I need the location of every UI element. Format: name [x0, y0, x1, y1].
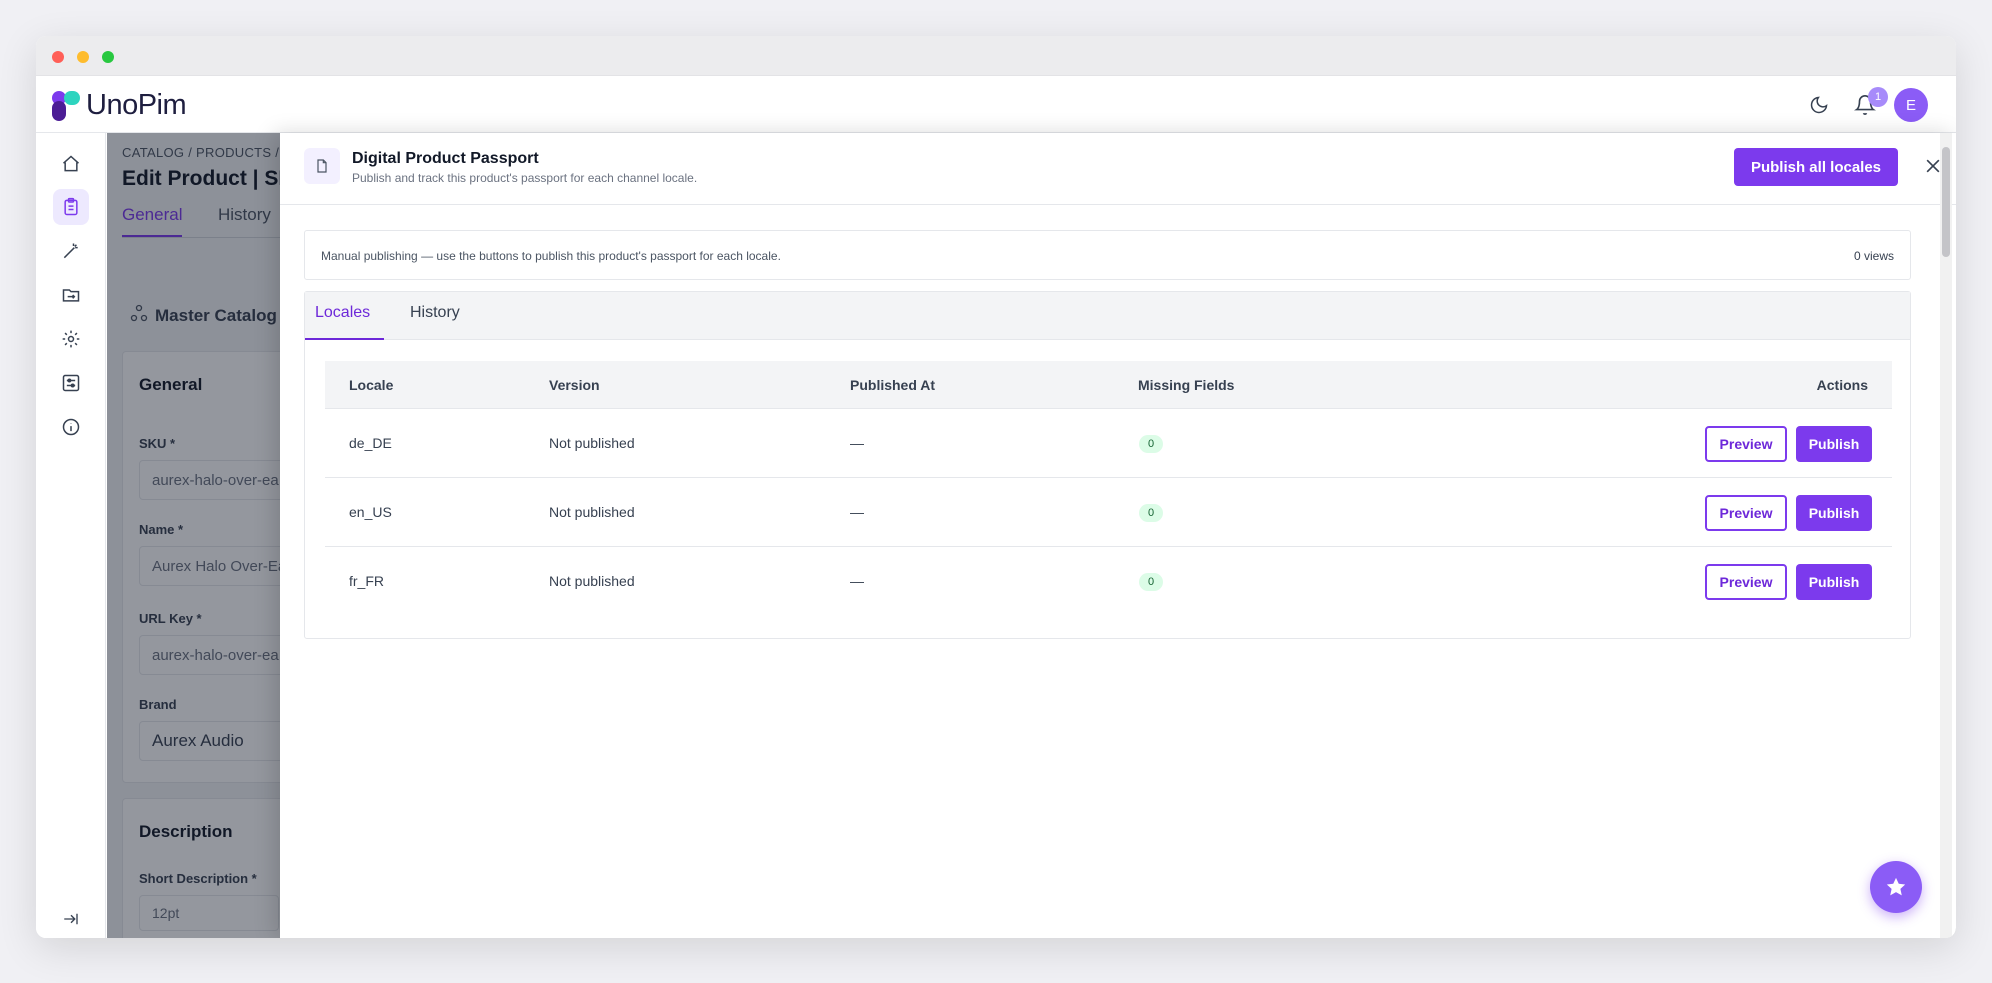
info-icon[interactable] [53, 409, 89, 445]
browser-window: UnoPim 1 E CATALOG / PRODUCTS / Edit Pro… [36, 36, 1956, 938]
tab-active-underline [305, 338, 384, 340]
table-row: fr_FR Not published — 0 Preview Publish [325, 547, 1892, 616]
drawer-subtitle: Publish and track this product's passpor… [352, 171, 698, 185]
publish-button[interactable]: Publish [1796, 495, 1872, 531]
top-navbar: UnoPim 1 E [36, 76, 1956, 133]
published-at-cell: — [850, 573, 864, 589]
logo-mark-icon [52, 90, 82, 121]
app-logo[interactable]: UnoPim [52, 89, 187, 122]
publish-button[interactable]: Publish [1796, 564, 1872, 600]
version-cell: Not published [549, 435, 635, 451]
maximize-window-dot[interactable] [102, 51, 114, 63]
column-header-locale: Locale [349, 377, 394, 393]
document-icon [304, 148, 340, 184]
locale-cell: fr_FR [349, 573, 384, 589]
locale-cell: de_DE [349, 435, 392, 451]
column-header-missing-fields: Missing Fields [1138, 377, 1235, 393]
sidebar [36, 133, 106, 938]
favorite-star-fab[interactable] [1870, 861, 1922, 913]
minimize-window-dot[interactable] [77, 51, 89, 63]
digital-product-passport-drawer: Digital Product Passport Publish and tra… [280, 133, 1956, 938]
tabs-bar: Locales History [305, 292, 1910, 340]
column-header-actions: Actions [1816, 377, 1868, 393]
preview-button[interactable]: Preview [1705, 564, 1787, 600]
user-avatar[interactable]: E [1894, 88, 1928, 122]
catalog-clipboard-icon[interactable] [53, 189, 89, 225]
close-window-dot[interactable] [52, 51, 64, 63]
dark-mode-moon-icon[interactable] [1806, 92, 1832, 118]
published-at-cell: — [850, 504, 864, 520]
publishing-info-text: Manual publishing — use the buttons to p… [321, 249, 781, 263]
locales-table: Locale Version Published At Missing Fiel… [325, 361, 1892, 616]
table-row: en_US Not published — 0 Preview Publish [325, 478, 1892, 547]
dashboard-home-icon[interactable] [53, 146, 89, 182]
tab-locales[interactable]: Locales [315, 304, 370, 322]
column-header-published-at: Published At [850, 377, 936, 393]
magic-wand-icon[interactable] [53, 233, 89, 269]
logo-text: UnoPim [86, 89, 187, 121]
window-titlebar [36, 36, 1956, 76]
publish-all-locales-button[interactable]: Publish all locales [1734, 148, 1898, 186]
scrollbar-thumb[interactable] [1942, 147, 1950, 257]
configuration-sliders-icon[interactable] [53, 365, 89, 401]
published-at-cell: — [850, 435, 864, 451]
notification-count-badge: 1 [1868, 87, 1888, 107]
table-header: Locale Version Published At Missing Fiel… [325, 361, 1892, 409]
locales-tabs-card: Locales History Locale Version Published… [304, 291, 1911, 639]
publishing-info-banner: Manual publishing — use the buttons to p… [304, 230, 1911, 280]
publish-button[interactable]: Publish [1796, 426, 1872, 462]
missing-fields-badge: 0 [1139, 573, 1164, 591]
missing-fields-badge: 0 [1139, 504, 1164, 522]
settings-gear-icon[interactable] [53, 321, 89, 357]
preview-button[interactable]: Preview [1705, 426, 1787, 462]
preview-button[interactable]: Preview [1705, 495, 1787, 531]
column-header-version: Version [549, 377, 600, 393]
views-count: 0 views [1853, 249, 1894, 263]
drawer-header: Digital Product Passport Publish and tra… [280, 133, 1956, 205]
data-transfer-folder-icon[interactable] [53, 277, 89, 313]
tab-history[interactable]: History [410, 304, 460, 322]
locale-cell: en_US [349, 504, 392, 520]
collapse-sidebar-icon[interactable] [53, 901, 89, 937]
version-cell: Not published [549, 573, 635, 589]
drawer-title: Digital Product Passport [352, 150, 539, 167]
drawer-scrollbar[interactable] [1940, 133, 1952, 938]
version-cell: Not published [549, 504, 635, 520]
missing-fields-badge: 0 [1139, 435, 1164, 453]
table-row: de_DE Not published — 0 Preview Publish [325, 409, 1892, 478]
